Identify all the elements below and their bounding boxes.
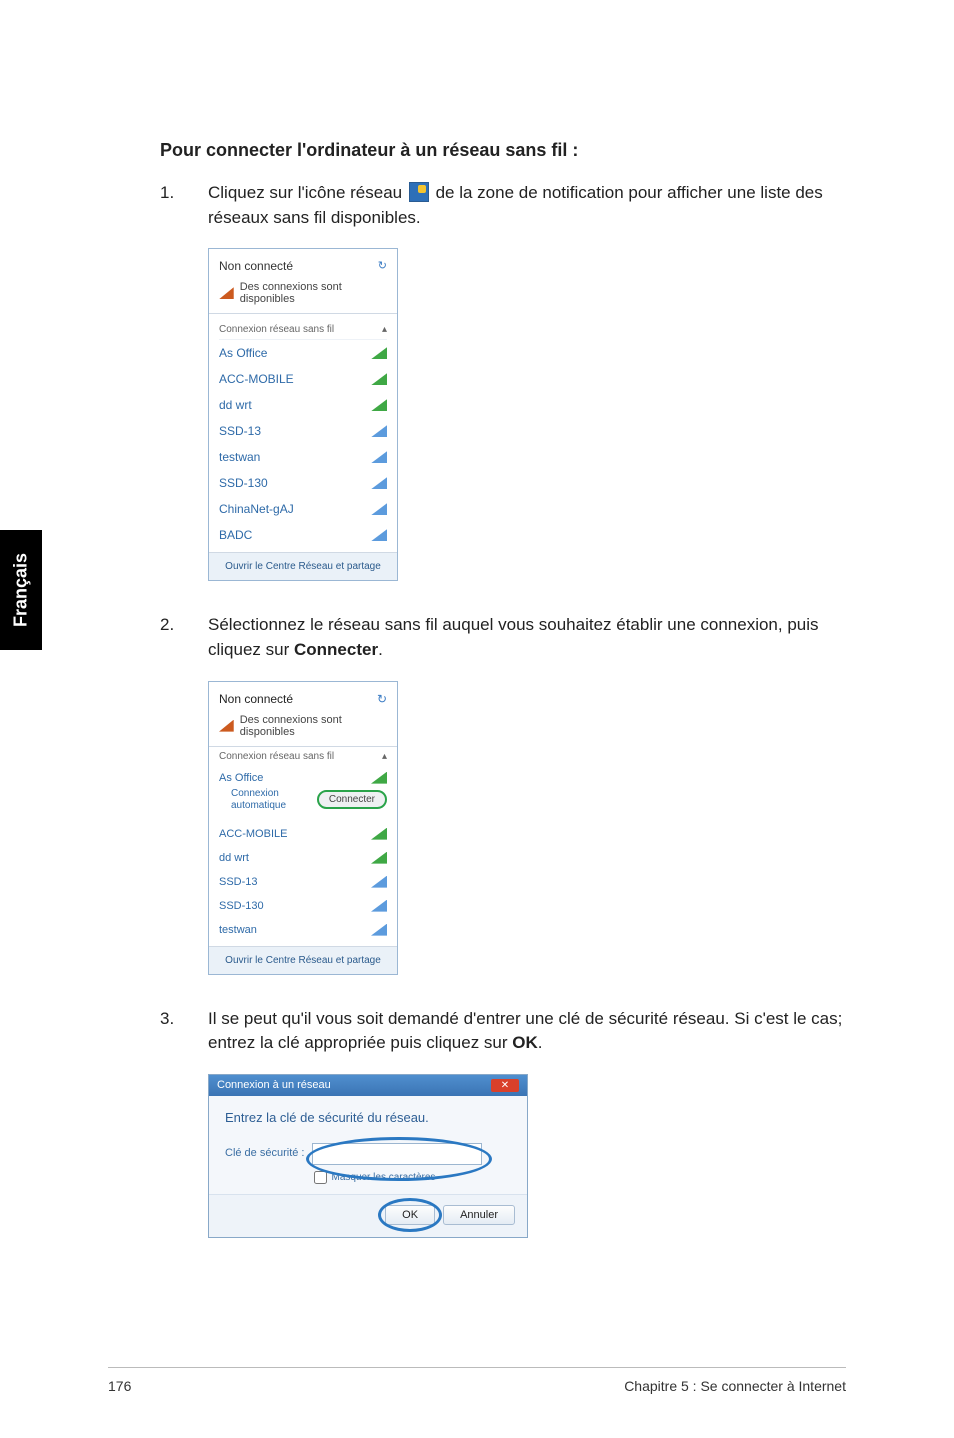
status-text: Non connecté (219, 259, 293, 273)
refresh-icon[interactable]: ↻ (378, 259, 387, 272)
group-label: Connexion réseau sans fil (219, 751, 334, 762)
chapter-label: Chapitre 5 : Se connecter à Internet (624, 1378, 846, 1394)
signal-icon (219, 720, 234, 732)
dialog-title: Connexion à un réseau (217, 1079, 331, 1091)
network-item: As Office (219, 340, 387, 366)
signal-icon (371, 373, 387, 385)
network-item: testwan (219, 444, 387, 470)
connect-button[interactable]: Connecter (317, 790, 387, 809)
step-number: 1. (160, 181, 208, 230)
signal-icon (371, 399, 387, 411)
chevron-up-icon[interactable]: ▴ (382, 751, 387, 762)
cancel-button[interactable]: Annuler (443, 1205, 515, 1225)
signal-icon (371, 772, 387, 784)
chevron-up-icon[interactable]: ▴ (382, 324, 387, 335)
signal-icon (371, 852, 387, 864)
screenshot-connect: Non connecté ↻ Des connexions sont dispo… (208, 681, 398, 975)
auto-connect-label: Connexion (231, 788, 286, 800)
network-item: SSD-130 (219, 470, 387, 496)
signal-icon (371, 347, 387, 359)
selected-network[interactable]: As Office (219, 772, 263, 784)
screenshot-security-key-dialog: Connexion à un réseau ✕ Entrez la clé de… (208, 1074, 528, 1238)
signal-icon (371, 828, 387, 840)
screenshot-network-list: Non connecté ↻ Des connexions sont dispo… (208, 248, 398, 581)
signal-icon (371, 876, 387, 888)
step-3: 3. Il se peut qu'il vous soit demandé d'… (160, 1007, 846, 1056)
step-text: Cliquez sur l'icône réseau (208, 183, 407, 202)
step-number: 3. (160, 1007, 208, 1056)
footer-rule (108, 1367, 846, 1368)
availability-text: Des connexions sont disponibles (240, 281, 387, 305)
network-item: SSD-13 (219, 418, 387, 444)
page-footer: 176 Chapitre 5 : Se connecter à Internet (108, 1378, 846, 1394)
auto-connect-label: automatique (231, 800, 286, 812)
network-item: BADC (219, 522, 387, 548)
highlight-oval (306, 1137, 492, 1181)
step-body: Sélectionnez le réseau sans fil auquel v… (208, 613, 846, 662)
network-item: testwan (219, 918, 387, 942)
step-bold: OK (512, 1033, 538, 1052)
availability-text: Des connexions sont disponibles (240, 714, 387, 738)
signal-icon (219, 287, 234, 299)
signal-icon (371, 477, 387, 489)
signal-icon (371, 451, 387, 463)
network-item: dd wrt (219, 392, 387, 418)
step-body: Cliquez sur l'icône réseau de la zone de… (208, 181, 846, 230)
step-bold: Connecter (294, 640, 378, 659)
page-number: 176 (108, 1378, 131, 1394)
network-item: ACC-MOBILE (219, 822, 387, 846)
step-text: . (538, 1033, 543, 1052)
ok-button[interactable]: OK (385, 1205, 435, 1225)
signal-icon (371, 900, 387, 912)
network-item: SSD-13 (219, 870, 387, 894)
signal-icon (371, 924, 387, 936)
language-tab: Français (0, 530, 42, 650)
open-network-center-link[interactable]: Ouvrir le Centre Réseau et partage (209, 946, 397, 974)
manual-page: Français Pour connecter l'ordinateur à u… (0, 0, 954, 1438)
section-heading: Pour connecter l'ordinateur à un réseau … (160, 140, 846, 161)
step-text: . (378, 640, 383, 659)
step-2: 2. Sélectionnez le réseau sans fil auque… (160, 613, 846, 662)
signal-icon (371, 425, 387, 437)
signal-icon (371, 503, 387, 515)
status-text: Non connecté (219, 692, 293, 706)
step-body: Il se peut qu'il vous soit demandé d'ent… (208, 1007, 846, 1056)
step-1: 1. Cliquez sur l'icône réseau de la zone… (160, 181, 846, 230)
close-icon[interactable]: ✕ (491, 1079, 519, 1092)
refresh-icon[interactable]: ↻ (377, 692, 387, 706)
network-item: SSD-130 (219, 894, 387, 918)
open-network-center-link[interactable]: Ouvrir le Centre Réseau et partage (209, 552, 397, 580)
security-key-label: Clé de sécurité : (225, 1143, 304, 1159)
dialog-message: Entrez la clé de sécurité du réseau. (225, 1110, 511, 1125)
network-item: ACC-MOBILE (219, 366, 387, 392)
network-tray-icon (409, 182, 429, 202)
signal-icon (371, 529, 387, 541)
group-label: Connexion réseau sans fil (219, 324, 334, 335)
network-item: dd wrt (219, 846, 387, 870)
network-item: ChinaNet-gAJ (219, 496, 387, 522)
step-number: 2. (160, 613, 208, 662)
